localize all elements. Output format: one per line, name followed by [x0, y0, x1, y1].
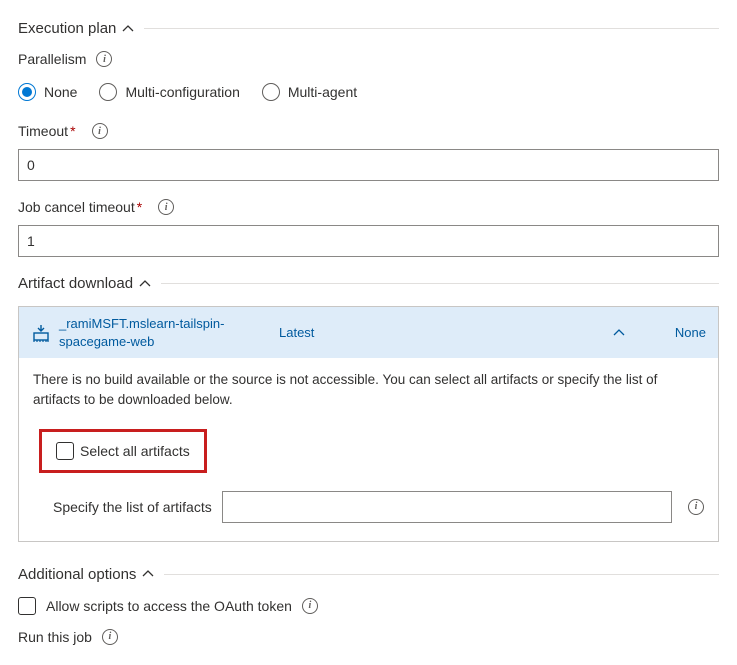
radio-multi-agent[interactable]: Multi-agent [262, 83, 357, 101]
section-header-additional-options[interactable]: Additional options [18, 566, 719, 583]
section-header-artifact-download[interactable]: Artifact download [18, 275, 719, 292]
artifact-body: There is no build available or the sourc… [19, 358, 718, 541]
artifact-box: _ramiMSFT.mslearn-tailspin-spacegame-web… [18, 306, 719, 542]
allow-scripts-label: Allow scripts to access the OAuth token [46, 598, 292, 614]
specify-artifacts-input[interactable] [222, 491, 672, 523]
chevron-up-icon [142, 568, 154, 580]
specify-label: Specify the list of artifacts [53, 499, 212, 515]
chevron-up-icon [139, 278, 151, 290]
radio-none[interactable]: None [18, 83, 77, 101]
section-title: Additional options [18, 566, 136, 583]
divider [144, 28, 719, 29]
info-icon[interactable]: i [688, 499, 704, 515]
info-icon[interactable]: i [302, 598, 318, 614]
chevron-up-icon [122, 23, 134, 35]
timeout-label: Timeout [18, 123, 68, 139]
specify-artifacts-row: Specify the list of artifacts i [53, 491, 704, 523]
artifact-source-name: _ramiMSFT.mslearn-tailspin-spacegame-web [59, 315, 259, 350]
divider [161, 283, 719, 284]
section-header-execution-plan[interactable]: Execution plan [18, 20, 719, 37]
chevron-up-icon [613, 327, 625, 339]
cancel-timeout-label-row: Job cancel timeout * i [18, 199, 719, 215]
section-title: Artifact download [18, 275, 133, 292]
radio-button-icon [18, 83, 36, 101]
build-source-icon [31, 323, 51, 343]
divider [164, 574, 719, 575]
allow-scripts-row: Allow scripts to access the OAuth token … [18, 597, 719, 615]
parallelism-label: Parallelism [18, 51, 86, 67]
select-all-label: Select all artifacts [80, 443, 190, 459]
select-all-highlight: Select all artifacts [39, 429, 207, 473]
info-icon[interactable]: i [92, 123, 108, 139]
info-icon[interactable]: i [158, 199, 174, 215]
cancel-timeout-input[interactable] [18, 225, 719, 257]
artifact-version-label: Latest [279, 325, 314, 340]
radio-label: Multi-agent [288, 84, 357, 100]
artifact-selection-label: None [675, 325, 706, 340]
cancel-timeout-label: Job cancel timeout [18, 199, 135, 215]
allow-scripts-checkbox[interactable] [18, 597, 36, 615]
radio-button-icon [99, 83, 117, 101]
timeout-label-row: Timeout * i [18, 123, 719, 139]
section-title: Execution plan [18, 20, 116, 37]
artifact-header[interactable]: _ramiMSFT.mslearn-tailspin-spacegame-web… [19, 307, 718, 358]
required-indicator: * [70, 123, 75, 139]
parallelism-label-row: Parallelism i [18, 51, 719, 67]
radio-label: None [44, 84, 77, 100]
artifact-message: There is no build available or the sourc… [33, 370, 704, 411]
parallelism-radio-group: None Multi-configuration Multi-agent [18, 83, 719, 101]
radio-multi-configuration[interactable]: Multi-configuration [99, 83, 239, 101]
select-all-checkbox[interactable] [56, 442, 74, 460]
timeout-input[interactable] [18, 149, 719, 181]
info-icon[interactable]: i [96, 51, 112, 67]
radio-label: Multi-configuration [125, 84, 239, 100]
required-indicator: * [137, 199, 142, 215]
radio-button-icon [262, 83, 280, 101]
